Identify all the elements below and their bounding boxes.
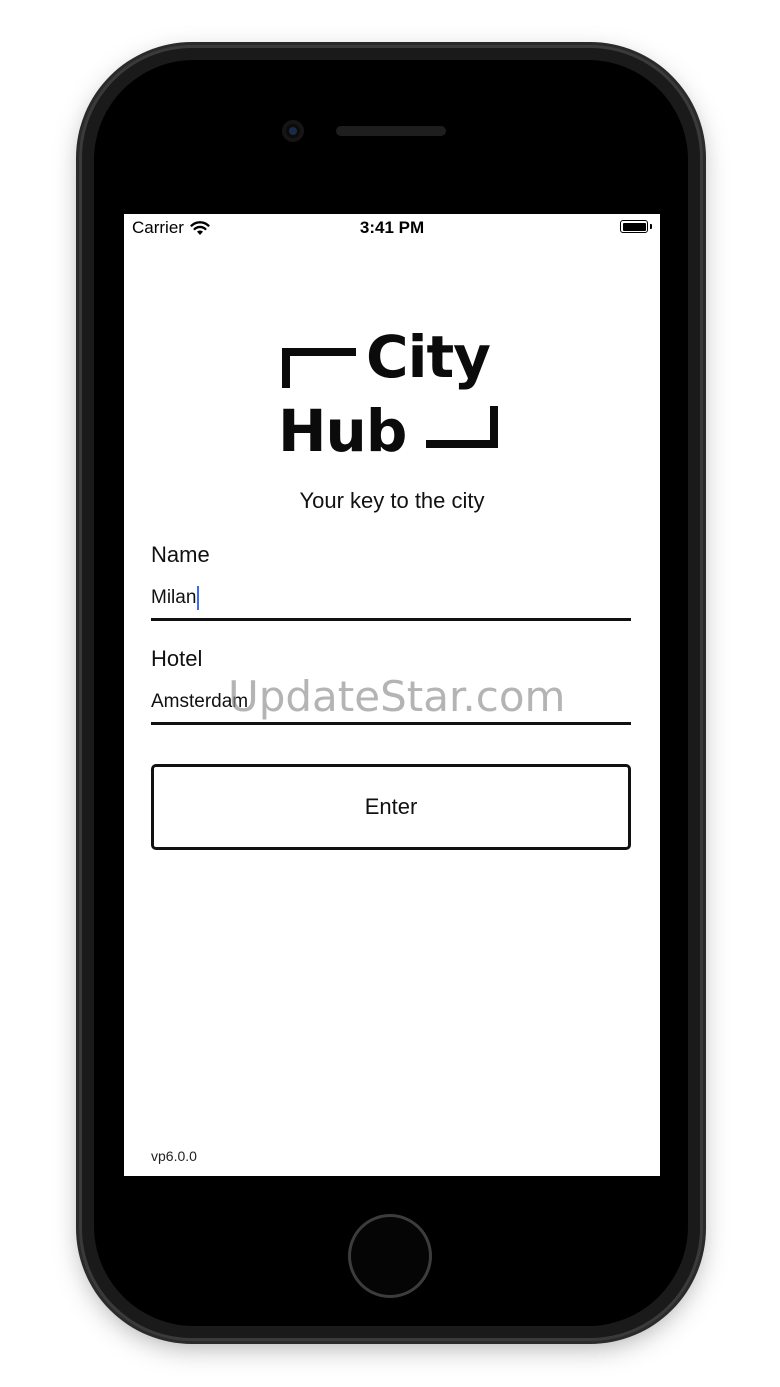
status-bar: Carrier 3:41 PM [124,214,660,242]
tagline: Your key to the city [299,488,485,513]
status-time: 3:41 PM [359,218,425,237]
hotel-input[interactable]: Amsterdam [151,682,631,725]
battery-tip [650,224,652,229]
text-caret [197,586,200,610]
hotel-label: Hotel [151,646,203,671]
cityhub-logo: City Hub [278,328,504,468]
earpiece-speaker [336,126,446,136]
enter-button-label: Enter [364,794,418,819]
logo-word-city: City [366,323,491,391]
logo-word-hub: Hub [278,397,407,465]
logo-bracket-bottom-right-icon [426,406,498,448]
hotel-input-value: Amsterdam [151,691,249,712]
app-screen: Carrier 3:41 PM City Hub Your key to the… [124,214,660,1176]
name-input[interactable]: Milan [151,578,631,621]
name-input-value: Milan [151,587,197,608]
stage: Carrier 3:41 PM City Hub Your key to the… [0,0,780,1387]
front-camera-icon [282,120,304,142]
home-button[interactable] [348,1214,432,1298]
version-label: vp6.0.0 [151,1148,197,1164]
battery-icon [620,220,652,233]
name-label: Name [151,542,210,567]
enter-button[interactable]: Enter [151,764,631,850]
logo-bracket-top-left-icon [282,348,356,388]
battery-fill [622,222,646,231]
